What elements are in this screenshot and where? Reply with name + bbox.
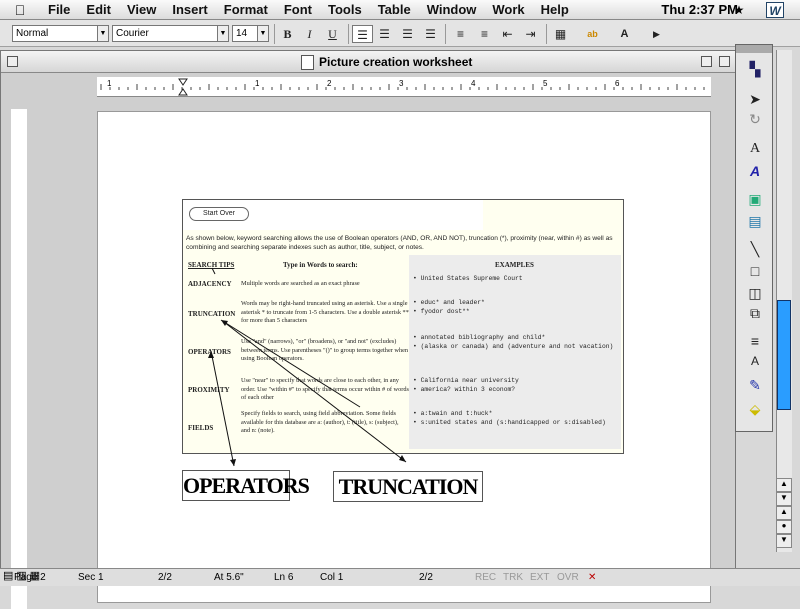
arrow-line: [210, 350, 235, 467]
drawing-palette: ▚ ➤ ↻ A A ▣ ▤ ╲ □ ◫ ⧉ ≡ A ✎ ⬙: [735, 44, 773, 432]
browse-object-icon[interactable]: ●: [776, 520, 792, 534]
drawing-layer: [208, 267, 407, 467]
rectangle-icon[interactable]: □: [744, 261, 766, 281]
arrow-line: [220, 319, 361, 408]
status-section: Sec 1: [78, 572, 104, 583]
status-rec[interactable]: REC: [475, 572, 496, 583]
status-column: Col 1: [320, 572, 344, 583]
line-icon[interactable]: ╲: [744, 239, 766, 259]
scroll-thumb[interactable]: [777, 300, 791, 410]
status-pages2: 2/2: [419, 572, 433, 583]
truncation-label-box[interactable]: TRUNCATION: [333, 471, 483, 502]
arrowhead-icon: [399, 455, 406, 462]
clip-art-icon[interactable]: ▣: [744, 189, 766, 209]
spelling-status-icon[interactable]: ✕: [588, 572, 596, 583]
status-bar: ▤▥▦ Page 2 Sec 1 2/2 At 5.6" Ln 6 Col 1 …: [0, 568, 800, 586]
group-icon[interactable]: ⧉: [744, 303, 766, 323]
prev-page-icon[interactable]: ▲: [776, 506, 792, 520]
status-line: Ln 6: [274, 572, 294, 583]
arrowhead-icon: [230, 459, 236, 466]
operators-label-box[interactable]: OPERATORS: [182, 470, 310, 501]
arrow-line: [211, 267, 216, 275]
pointer-icon[interactable]: ➤: [744, 89, 766, 109]
status-page: Page 2: [14, 572, 46, 583]
arrowhead-icon: [221, 320, 228, 326]
scroll-down-icon[interactable]: ▼: [776, 492, 792, 506]
scroll-arrows: ▲ ▼ ▲ ● ▼: [776, 478, 792, 552]
status-ovr[interactable]: OVR: [557, 572, 579, 583]
font-color-icon[interactable]: A: [744, 351, 766, 371]
palette-titlebar[interactable]: [736, 45, 772, 53]
shapes-icon[interactable]: ◫: [744, 283, 766, 303]
gallery-icon[interactable]: ▚: [744, 59, 766, 79]
arrowhead-icon: [208, 351, 214, 358]
status-at: At 5.6": [214, 572, 244, 583]
scroll-up-icon[interactable]: ▲: [776, 478, 792, 492]
next-page-icon[interactable]: ▼: [776, 534, 792, 548]
picture-icon[interactable]: ▤: [744, 211, 766, 231]
line-style-icon[interactable]: ≡: [744, 331, 766, 351]
status-trk[interactable]: TRK: [503, 572, 523, 583]
wordart-icon[interactable]: A: [744, 161, 766, 181]
line-color-icon[interactable]: ✎: [744, 375, 766, 395]
text-box-icon[interactable]: A: [744, 139, 766, 159]
arrow-line: [223, 321, 407, 463]
fill-icon[interactable]: ⬙: [744, 399, 766, 419]
status-ext[interactable]: EXT: [530, 572, 549, 583]
status-pages: 2/2: [158, 572, 172, 583]
rotate-icon[interactable]: ↻: [744, 109, 766, 129]
